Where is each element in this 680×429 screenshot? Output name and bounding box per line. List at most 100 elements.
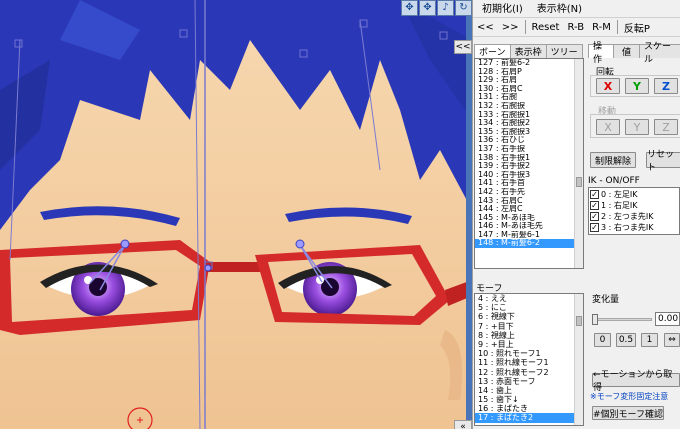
bone-list-item[interactable]: 141 : 右手首 bbox=[475, 179, 575, 188]
ik-item[interactable]: ✓ 3 : 右つま先IK bbox=[590, 222, 653, 233]
bone-list-item[interactable]: 140 : 右手捩3 bbox=[475, 171, 575, 180]
reset-button[interactable]: Reset bbox=[528, 18, 564, 36]
individual-morph-button[interactable]: #個別モーフ確認 bbox=[592, 406, 664, 420]
bone-list[interactable]: 127 : 前髪6-2 128 : 右肩P 129 : 右肩 130 : 右肩C 131… bbox=[474, 58, 584, 269]
bone-list-item[interactable]: 144 : 左肩C bbox=[475, 205, 575, 214]
menu-init[interactable]: 初期化(I) bbox=[482, 0, 523, 15]
rotate-z-button[interactable]: Z bbox=[654, 78, 678, 94]
morph-list-scrollbar[interactable] bbox=[574, 294, 583, 425]
ik-item[interactable]: ✓ 2 : 左つま先IK bbox=[590, 211, 653, 222]
link-icon[interactable]: ⇔ bbox=[664, 333, 680, 347]
bone-list-item[interactable]: 143 : 右肩C bbox=[475, 197, 575, 206]
morph-list-item[interactable]: 10 : 照れモーフ1 bbox=[475, 349, 575, 358]
menu-display-frame[interactable]: 表示枠(N) bbox=[537, 0, 582, 15]
bone-list-item[interactable]: 129 : 右肩 bbox=[475, 76, 575, 85]
change-amount-label: 変化量 bbox=[592, 295, 620, 305]
get-from-motion-button[interactable]: ←モーションから取得 bbox=[592, 370, 680, 393]
bone-list-item[interactable]: 132 : 右腕捩 bbox=[475, 102, 575, 111]
app-window: ✥ ✥ ♪ ↻ << « 初期化(I) 表示枠(N) << >> Reset R… bbox=[0, 0, 680, 429]
morph-list-item[interactable]: 7 : +目下 bbox=[475, 322, 575, 331]
prev-frame-button[interactable]: << bbox=[473, 18, 498, 36]
bone-list-item[interactable]: 136 : 右ひじ bbox=[475, 136, 575, 145]
change-amount-slider[interactable] bbox=[594, 318, 652, 321]
bone-list-item[interactable]: 135 : 右腕捩3 bbox=[475, 128, 575, 137]
morph-list-item[interactable]: 12 : 照れ線モーフ2 bbox=[475, 368, 575, 377]
bone-list-item[interactable]: 127 : 前髪6-2 bbox=[475, 59, 575, 68]
next-frame-button[interactable]: >> bbox=[498, 18, 523, 36]
morph-list-item[interactable]: 4 : ええ bbox=[475, 294, 575, 303]
ik-item-label: 2 : 左つま先IK bbox=[601, 212, 654, 221]
bone-list-item[interactable]: 148 : M-前髪6-2 bbox=[475, 239, 575, 249]
move-view-icon[interactable]: ✥ bbox=[401, 0, 418, 16]
rb-button[interactable]: R-B bbox=[563, 18, 588, 36]
morph-list-item[interactable]: 8 : 視線上 bbox=[475, 331, 575, 340]
bone-list-item[interactable]: 139 : 右手捩2 bbox=[475, 162, 575, 171]
ik-checkbox[interactable]: ✓ bbox=[590, 212, 599, 221]
ik-item[interactable]: ✓ 1 : 右足IK bbox=[590, 200, 637, 211]
bone-joint bbox=[295, 239, 305, 249]
change-amount-slider-thumb[interactable] bbox=[592, 314, 598, 325]
morph-list-item[interactable]: 11 : 照れ線モーフ1 bbox=[475, 358, 575, 367]
rotate-view-icon[interactable]: ↻ bbox=[455, 0, 472, 16]
morph-list-item[interactable]: 14 : 歯上 bbox=[475, 386, 575, 395]
bone-list-item[interactable]: 146 : M-あほ毛先 bbox=[475, 222, 575, 231]
morph-list-item[interactable]: 17 : まばたき2 bbox=[475, 413, 575, 423]
bone-list-item[interactable]: 147 : M-前髪6-1 bbox=[475, 231, 575, 240]
viewport-tools: ✥ ✥ ♪ ↻ bbox=[401, 0, 472, 16]
bone-joint bbox=[120, 239, 130, 249]
morph-list-item[interactable]: 6 : 視線下 bbox=[475, 312, 575, 321]
move-y-button[interactable]: Y bbox=[625, 119, 649, 135]
bone-list-scroll-thumb[interactable] bbox=[576, 177, 582, 187]
tab-operation[interactable]: 操作 bbox=[588, 42, 614, 65]
morph-list-scroll-thumb[interactable] bbox=[576, 316, 582, 326]
move-z-button[interactable]: Z bbox=[654, 119, 678, 135]
tab-display-frame[interactable]: 表示枠 bbox=[509, 44, 547, 58]
unrestrict-button[interactable]: 制限解除 bbox=[590, 152, 636, 168]
morph-list[interactable]: 4 : ええ 5 : にこ 6 : 視線下 7 : +目下 8 : 視線上 9 : +目上… bbox=[474, 293, 584, 426]
ik-checkbox[interactable]: ✓ bbox=[590, 201, 599, 210]
rotate-x-button[interactable]: X bbox=[596, 78, 620, 94]
ik-checkbox[interactable]: ✓ bbox=[590, 190, 599, 199]
bone-list-item[interactable]: 145 : M-あほ毛 bbox=[475, 214, 575, 223]
flip-paste-button[interactable]: 反転P bbox=[620, 18, 654, 36]
preset-1-button[interactable]: 1 bbox=[641, 333, 658, 347]
bone-list-item[interactable]: 137 : 右手捩 bbox=[475, 145, 575, 154]
bone-list-item[interactable]: 134 : 右腕捩2 bbox=[475, 119, 575, 128]
tab-bone[interactable]: ボーン bbox=[474, 44, 511, 58]
morph-list-item[interactable]: 16 : まばたき bbox=[475, 404, 575, 413]
rm-button[interactable]: R-M bbox=[588, 18, 615, 36]
bone-list-item[interactable]: 128 : 右肩P bbox=[475, 68, 575, 77]
rotate-y-button[interactable]: Y bbox=[625, 78, 649, 94]
change-amount-input[interactable]: 0.00 bbox=[655, 312, 680, 326]
scroll-back-button[interactable]: << bbox=[454, 40, 472, 54]
ik-item-label: 3 : 右つま先IK bbox=[601, 223, 654, 232]
reset-pose-button[interactable]: リセット bbox=[646, 150, 680, 173]
operation-tabs: 操作 値 スケール bbox=[588, 42, 680, 65]
tab-value[interactable]: 値 bbox=[613, 44, 641, 58]
light-icon[interactable]: ♪ bbox=[437, 0, 454, 16]
morph-fix-note: ※モーフ変形固定注意 bbox=[590, 392, 669, 401]
tab-scale[interactable]: スケール bbox=[639, 42, 680, 65]
character-render bbox=[0, 0, 472, 429]
bone-list-item[interactable]: 131 : 右腕 bbox=[475, 93, 575, 102]
menu-bar: 初期化(I) 表示枠(N) bbox=[473, 0, 680, 15]
bone-list-scrollbar[interactable] bbox=[574, 59, 583, 268]
morph-list-item[interactable]: 13 : 赤面モーフ bbox=[475, 377, 575, 386]
preset-0-button[interactable]: 0 bbox=[594, 333, 611, 347]
morph-list-item[interactable]: 9 : +目上 bbox=[475, 340, 575, 349]
bone-list-item[interactable]: 142 : 右手先 bbox=[475, 188, 575, 197]
ik-checkbox[interactable]: ✓ bbox=[590, 223, 599, 232]
tab-tree[interactable]: ツリー bbox=[545, 44, 583, 58]
bone-joint bbox=[204, 264, 212, 272]
bone-list-item[interactable]: 130 : 右肩C bbox=[475, 85, 575, 94]
morph-list-item[interactable]: 15 : 歯下↓ bbox=[475, 395, 575, 404]
preset-half-button[interactable]: 0.5 bbox=[616, 333, 636, 347]
scroll-prev-button[interactable]: « bbox=[454, 420, 472, 429]
move-all-icon[interactable]: ✥ bbox=[419, 0, 436, 16]
bone-list-item[interactable]: 138 : 右手捩1 bbox=[475, 154, 575, 163]
3d-viewport[interactable]: ✥ ✥ ♪ ↻ << « bbox=[0, 0, 472, 429]
bone-list-item[interactable]: 133 : 右腕捩1 bbox=[475, 111, 575, 120]
ik-item[interactable]: ✓ 0 : 左足IK bbox=[590, 189, 637, 200]
move-x-button[interactable]: X bbox=[596, 119, 620, 135]
morph-list-item[interactable]: 5 : にこ bbox=[475, 303, 575, 312]
